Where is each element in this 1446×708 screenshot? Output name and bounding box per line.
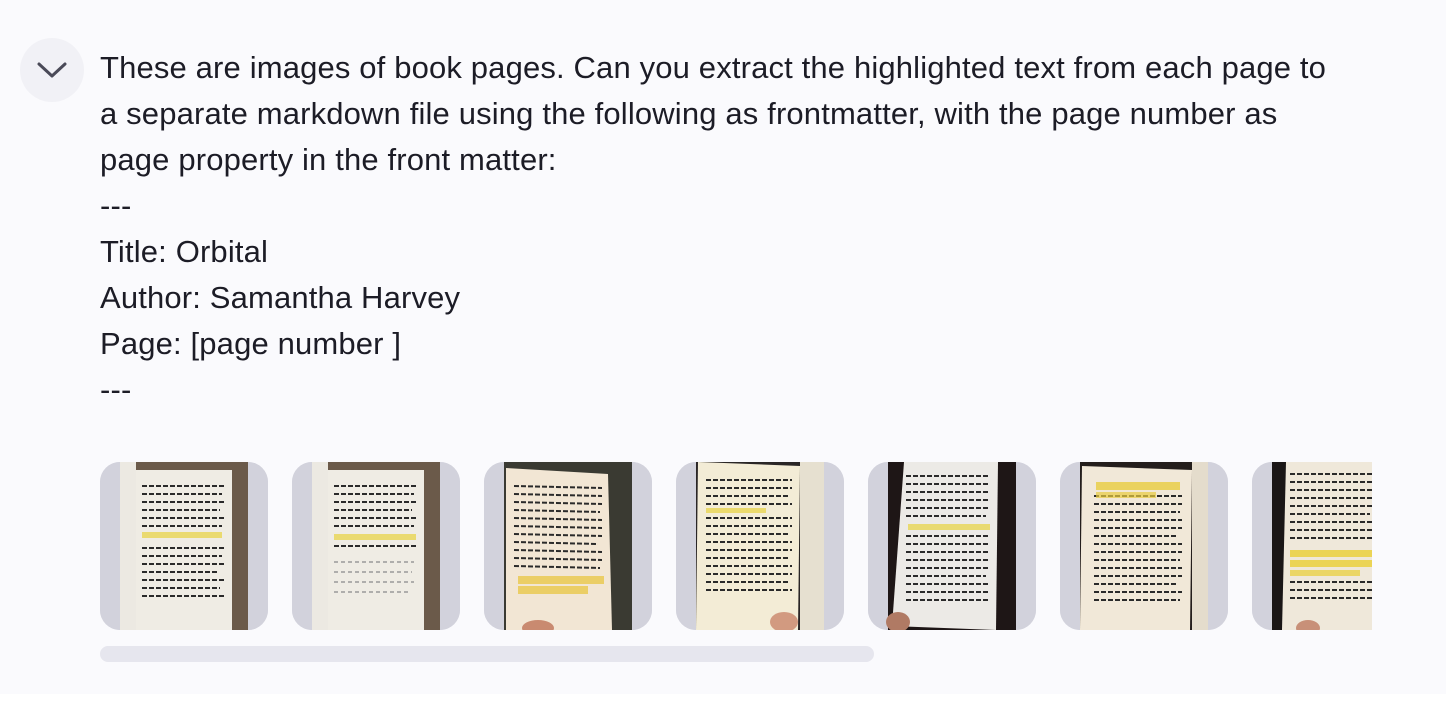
attachment-thumbnail-6[interactable] <box>1060 462 1228 630</box>
attachment-thumbnail-3[interactable] <box>484 462 652 630</box>
attachment-thumbnail-1[interactable] <box>100 462 268 630</box>
message-line: a separate markdown file using the follo… <box>100 96 1278 131</box>
message-line: page property in the front matter: <box>100 142 557 177</box>
attachment-scrollbar[interactable] <box>100 646 874 662</box>
attachment-thumbnail-2[interactable] <box>292 462 460 630</box>
user-message-text: These are images of book pages. Can you … <box>100 45 1390 413</box>
message-line: Author: Samantha Harvey <box>100 280 461 315</box>
message-panel: These are images of book pages. Can you … <box>0 0 1446 694</box>
message-line: Title: Orbital <box>100 234 269 269</box>
collapse-message-button[interactable] <box>20 38 84 102</box>
message-line: These are images of book pages. Can you … <box>100 50 1327 85</box>
attachment-strip <box>100 462 1372 630</box>
attachment-thumbnail-5[interactable] <box>868 462 1036 630</box>
chevron-down-icon <box>37 62 67 78</box>
message-line: Page: [page number ] <box>100 326 402 361</box>
message-line: --- <box>100 372 132 407</box>
attachment-thumbnail-4[interactable] <box>676 462 844 630</box>
message-line: --- <box>100 188 132 223</box>
attachment-thumbnail-7[interactable] <box>1252 462 1372 630</box>
